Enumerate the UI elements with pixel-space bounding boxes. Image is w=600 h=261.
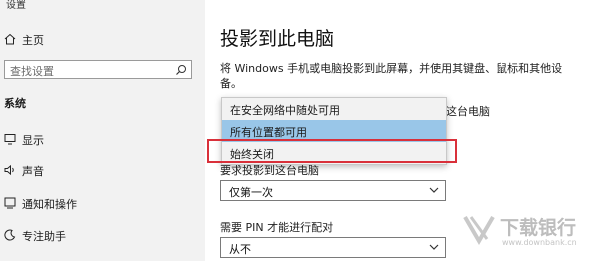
notification-icon [4,197,16,209]
monitor-icon [4,134,16,145]
search-input[interactable]: 查找设置 [4,60,192,79]
home-icon [4,33,16,45]
sidebar-item-label: 显示 [22,134,44,147]
search-placeholder: 查找设置 [10,65,54,78]
chevron-down-icon [429,244,439,250]
watermark: 下载银行 www.downbank.cn [462,206,598,258]
sidebar: 设置 主页 查找设置 系统 显示 声音 通知和操作 专注助手 [0,0,205,261]
page-title: 投影到此电脑 [220,28,335,50]
home-label: 主页 [22,34,44,47]
main-panel: 投影到此电脑 将 Windows 手机或电脑投影到此屏幕，并使用其键盘、鼠标和其… [205,0,600,261]
pin-label: 需要 PIN 才能进行配对 [220,221,334,234]
watermark-logo-icon [463,215,495,245]
watermark-url: www.downbank.cn [502,238,577,247]
sidebar-item-label: 通知和操作 [22,198,77,211]
section-title: 系统 [4,97,26,110]
dropdown-option[interactable]: 在安全网络中随处可用 [222,98,446,120]
sidebar-item-label: 专注助手 [22,230,66,243]
ask-projection-value: 仅第一次 [229,186,273,199]
sidebar-item-label: 声音 [22,165,44,178]
description-line-1: 将 Windows 手机或电脑投影到此屏幕，并使用其键盘、鼠标和其他设 [220,62,563,75]
watermark-brand: 下载银行 [500,217,577,239]
search-icon [176,65,186,75]
chevron-down-icon [429,187,439,193]
speaker-icon [4,164,14,176]
pin-select[interactable]: 从不 [220,237,446,258]
moon-icon [4,229,16,241]
highlight-box [207,139,457,163]
ask-projection-select[interactable]: 仅第一次 [220,180,446,201]
settings-title: 设置 [6,0,26,11]
pin-value: 从不 [229,243,251,256]
description-line-2: 备。 [220,77,242,90]
